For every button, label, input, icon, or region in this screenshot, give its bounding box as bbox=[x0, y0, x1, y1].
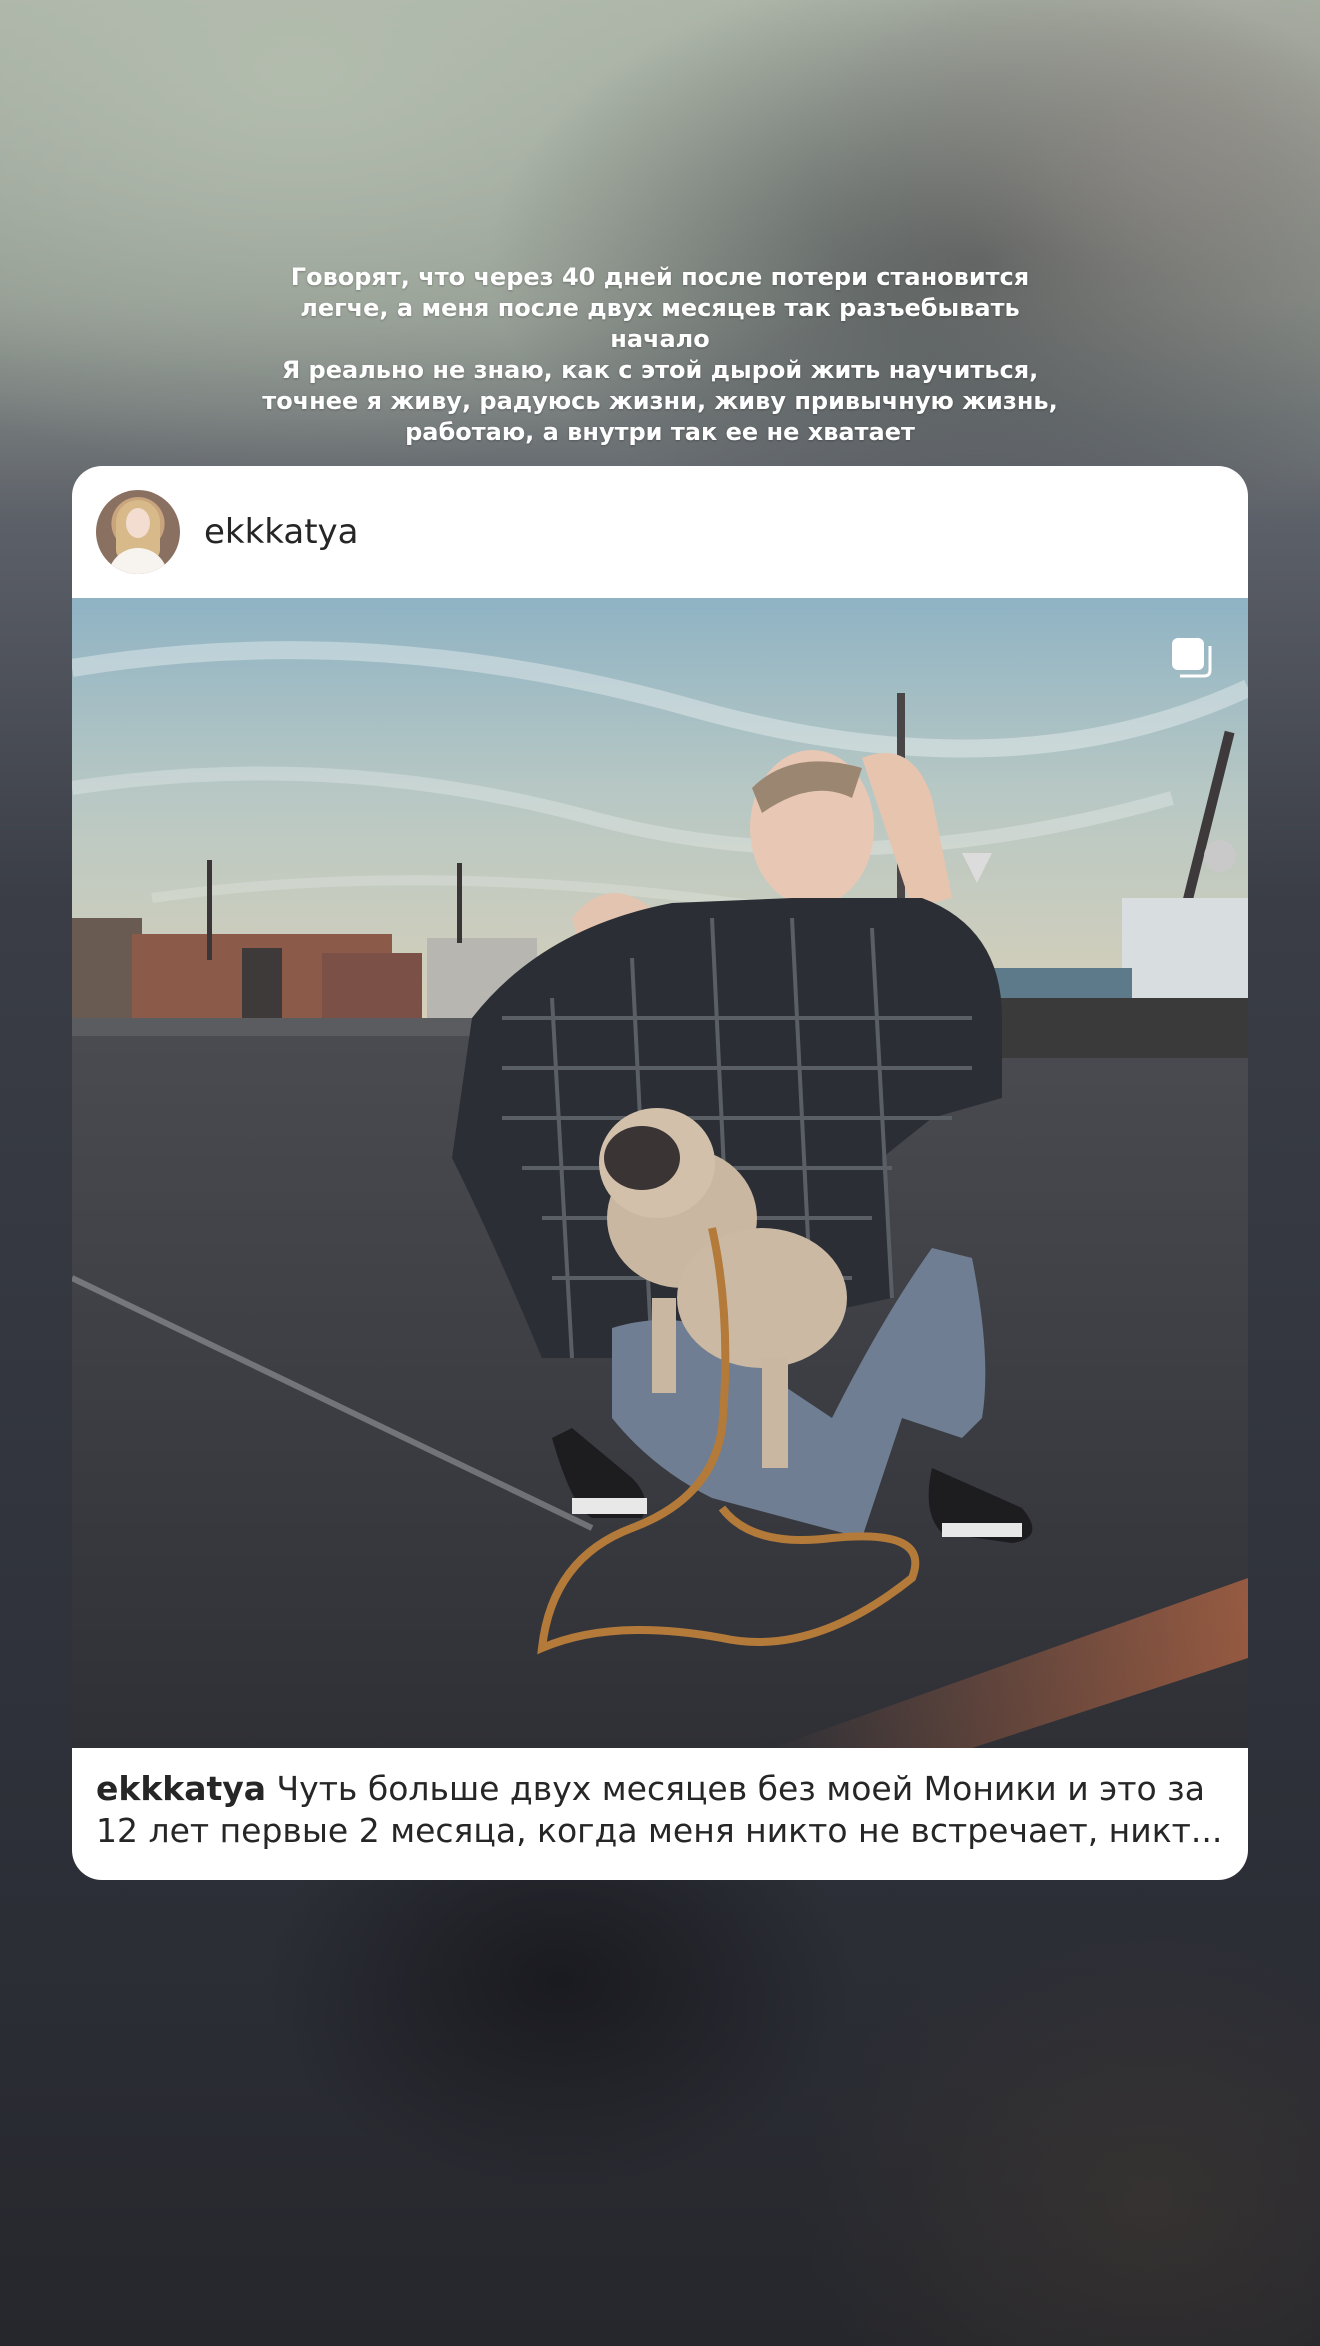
story-text-line: работаю, а внутри так ее не хватает bbox=[405, 418, 915, 446]
post-caption[interactable]: ekkkatya Чуть больше двух месяцев без мо… bbox=[96, 1768, 1224, 1852]
post-photo-image bbox=[72, 598, 1248, 1748]
avatar[interactable] bbox=[96, 490, 180, 574]
story-text: Говорят, что через 40 дней после потери … bbox=[260, 262, 1060, 448]
shared-post-card[interactable]: ekkkatya ekkkatya Чуть больше двух месяц… bbox=[72, 466, 1248, 1880]
post-username[interactable]: ekkkatya bbox=[204, 512, 359, 552]
post-header[interactable]: ekkkatya bbox=[72, 466, 1248, 598]
post-photo[interactable] bbox=[72, 598, 1248, 1748]
story-text-line: Говорят, что через 40 дней после потери … bbox=[290, 263, 1030, 291]
caption-text: 12 лет первые 2 месяца, когда меня никто… bbox=[96, 1811, 1223, 1850]
story-text-line: Я реально не знаю, как с этой дырой жить… bbox=[281, 356, 1039, 384]
caption-username[interactable]: ekkkatya bbox=[96, 1769, 266, 1808]
story-text-line: легче, а меня после двух месяцев так раз… bbox=[300, 294, 1020, 322]
carousel-icon bbox=[1172, 638, 1212, 678]
story-text-line: начало bbox=[610, 325, 710, 353]
story-text-line: точнее я живу, радуюсь жизни, живу привы… bbox=[262, 387, 1058, 415]
caption-text: Чуть больше двух месяцев без моей Моники… bbox=[276, 1769, 1205, 1808]
